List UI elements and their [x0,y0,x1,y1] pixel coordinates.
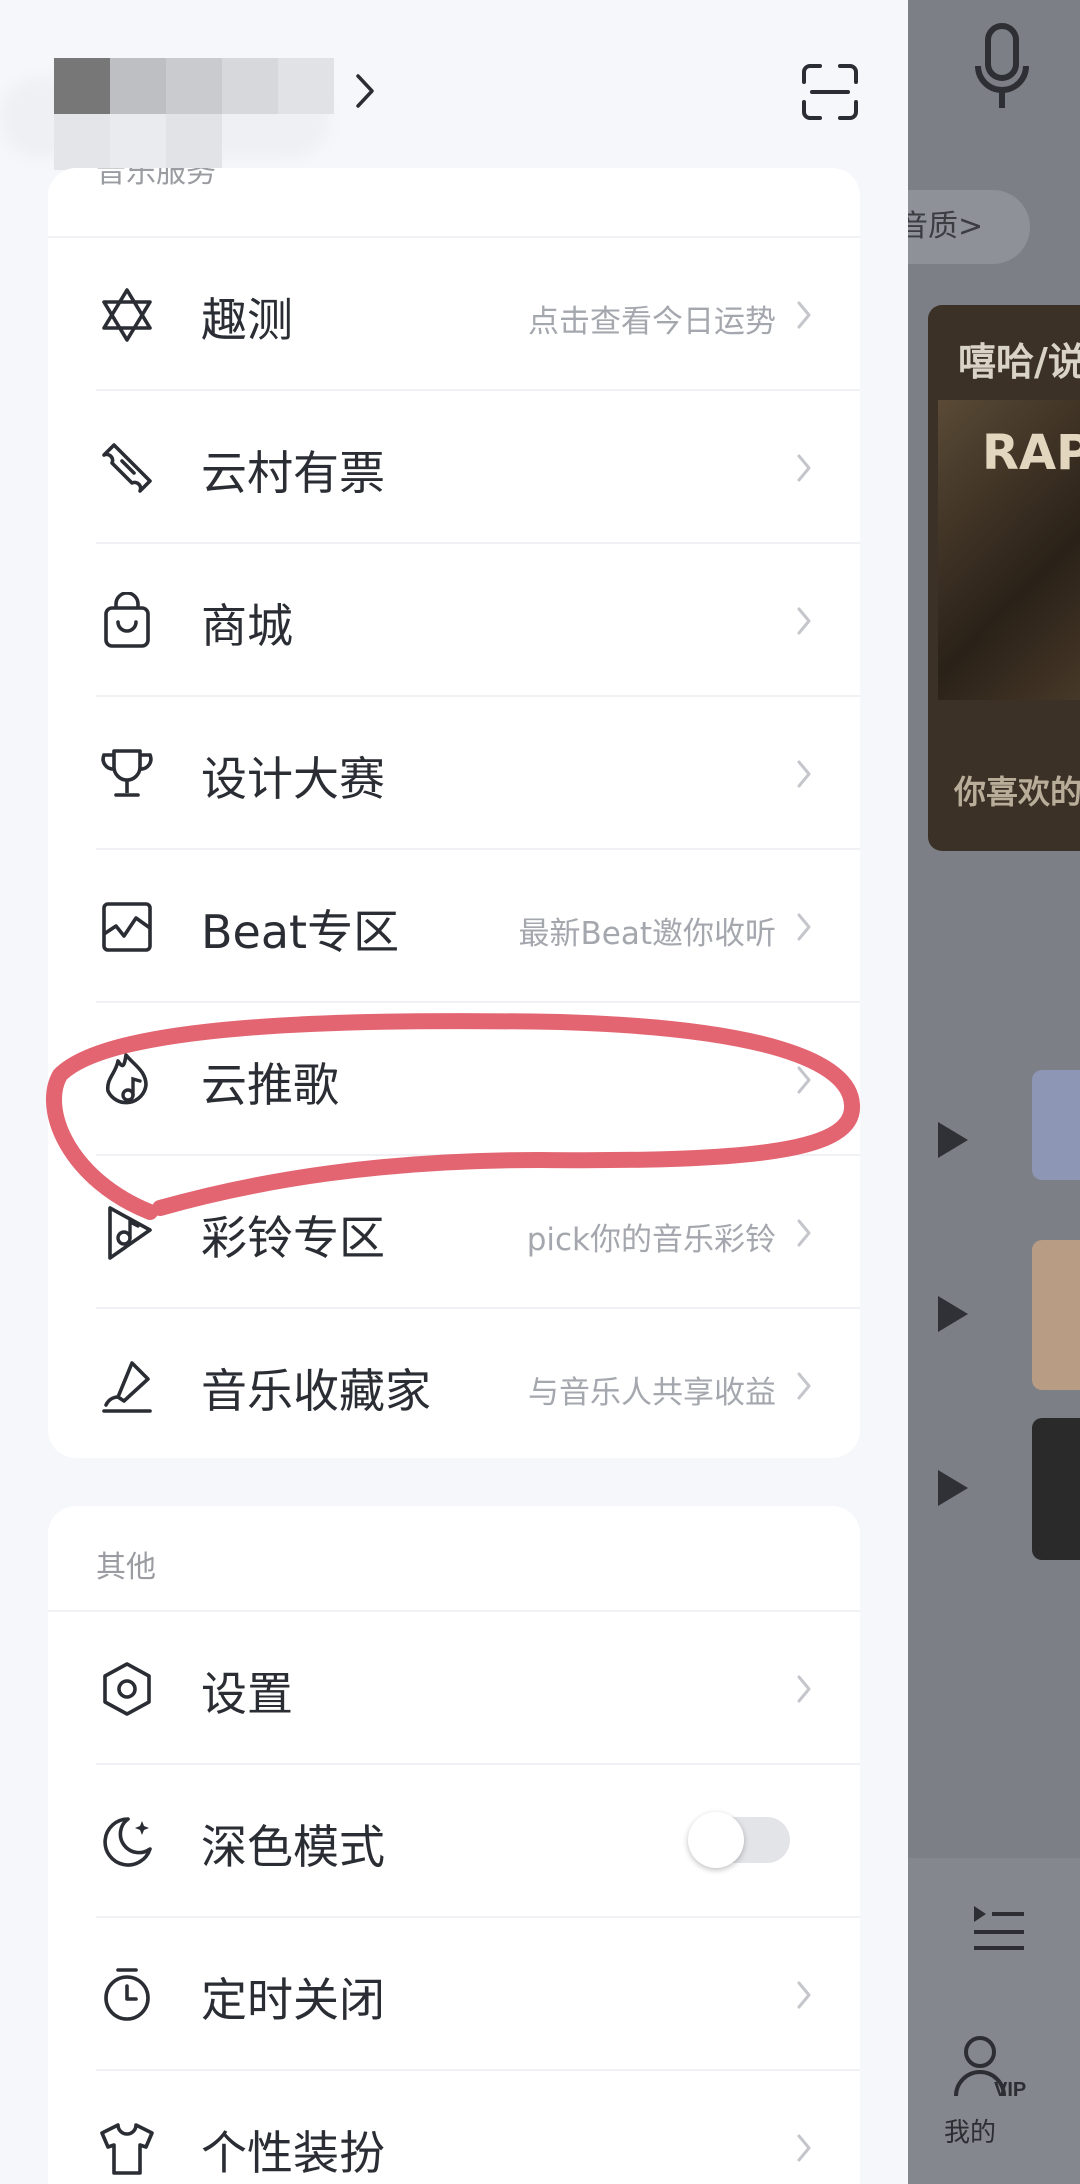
chevron-right-icon[interactable] [354,72,376,110]
star-of-david-icon [102,288,152,342]
tshirt-icon [100,2123,154,2175]
menu-item-settings[interactable]: 设置 [48,1612,860,1765]
menu-item-label: 深色模式 [201,1820,385,1874]
song-thumbnail [1032,1070,1080,1180]
playlist-icon[interactable] [970,1900,1026,1956]
pixel-block [278,58,334,114]
pixel-block [222,58,278,114]
side-drawer: 音乐服务 趣测 点击查看今日运势 云村有票 商城 设计大赛 Beat专区 最新B… [0,0,908,2184]
menu-item-hint: 与音乐人共享收益 [528,1375,776,1411]
chevron-right-icon [797,301,811,329]
menu-item-hint: pick你的音乐彩铃 [526,1222,776,1258]
menu-item-label: 商城 [201,599,293,653]
chevron-right-icon [797,913,811,941]
microphone-icon[interactable] [970,22,1034,114]
menu-item-hint: 点击查看今日运势 [528,304,776,340]
banner-title: 嘻哈/说 [958,340,1080,384]
background-app: 音质> 嘻哈/说 RAP 你喜欢的 VIP 我的 [908,0,1080,2184]
settings-hexagon-icon [103,1662,151,1716]
profile-avatar-blurred[interactable] [0,38,370,178]
pixel-block [110,114,166,170]
menu-item-ringtone[interactable]: 彩铃专区 pick你的音乐彩铃 [48,1156,860,1309]
collector-icon [102,1361,152,1413]
scan-icon[interactable] [800,62,860,122]
flame-note-icon [105,1053,148,1105]
play-icon[interactable] [938,1296,968,1332]
timer-icon [104,1968,150,2021]
chevron-right-icon [797,1219,811,1247]
pixel-block [110,58,166,114]
moon-icon [103,1817,152,1867]
menu-item-beat-zone[interactable]: Beat专区 最新Beat邀你收听 [48,850,860,1003]
menu-item-label: 定时关闭 [201,1973,385,2027]
menu-item-label: 个性装扮 [201,2126,385,2180]
menu-item-dark-mode: 深色模式 [48,1765,860,1918]
trophy-icon [101,749,153,797]
song-thumbnail [1032,1418,1080,1560]
other-card: 其他 设置 深色模式 定时关闭 个性装扮 [48,1506,860,2184]
banner-card[interactable]: 嘻哈/说 RAP 你喜欢的 [928,305,1080,851]
play-icon[interactable] [938,1470,968,1506]
music-services-card: 音乐服务 趣测 点击查看今日运势 云村有票 商城 设计大赛 Beat专区 最新B… [48,168,860,1458]
banner-subtitle: 你喜欢的 [954,773,1080,811]
tab-mine-label[interactable]: 我的 [944,2112,996,2149]
svg-text:VIP: VIP [994,2079,1026,2101]
vip-user-icon[interactable]: VIP [950,2030,1030,2110]
dark-mode-toggle[interactable] [688,1812,790,1868]
pixel-block [166,58,222,114]
chevron-right-icon [797,1372,811,1400]
menu-item-label: 彩铃专区 [201,1211,385,1265]
pixel-block [166,114,222,170]
menu-item-sleep-timer[interactable]: 定时关闭 [48,1918,860,2071]
pixel-block [54,58,110,114]
chevron-right-icon [797,607,811,635]
menu-item-label: 趣测 [201,293,293,347]
pixel-block [54,114,110,170]
chevron-right-icon [797,2134,811,2162]
menu-item-personal-dress[interactable]: 个性装扮 [48,2071,860,2184]
shopping-bag-icon [104,592,150,648]
ringtone-icon [108,1206,152,1260]
song-thumbnail [1032,1240,1080,1390]
beat-wave-icon [102,902,152,952]
menu-item-label: 设置 [201,1667,293,1721]
menu-item-quce[interactable]: 趣测 点击查看今日运势 [48,238,860,391]
menu-item-label: 云推歌 [201,1058,339,1112]
menu-item-hint: 最新Beat邀你收听 [518,916,777,952]
chevron-right-icon [797,1066,811,1094]
quality-chip[interactable]: 音质> [908,190,1030,264]
banner-art-text: RAP [982,425,1080,481]
menu-item-label: 云村有票 [201,446,385,500]
toggle-knob [688,1812,744,1868]
chevron-right-icon [797,760,811,788]
play-icon[interactable] [938,1122,968,1158]
menu-item-design-contest[interactable]: 设计大赛 [48,697,860,850]
ticket-icon [102,443,152,493]
menu-item-label: 音乐收藏家 [201,1364,431,1418]
section-title-other: 其他 [96,1550,156,1585]
section-title-music-services: 音乐服务 [96,168,216,190]
menu-item-mall[interactable]: 商城 [48,544,860,697]
quality-label: 音质> [908,209,984,244]
chevron-right-icon [797,1981,811,2009]
menu-item-music-collector[interactable]: 音乐收藏家 与音乐人共享收益 [48,1309,860,1462]
menu-item-tickets[interactable]: 云村有票 [48,391,860,544]
menu-item-cloud-recommend[interactable]: 云推歌 [48,1003,860,1156]
menu-item-label: 设计大赛 [201,752,385,806]
chevron-right-icon [797,1675,811,1703]
chevron-right-icon [797,454,811,482]
menu-item-label: Beat专区 [201,905,400,959]
